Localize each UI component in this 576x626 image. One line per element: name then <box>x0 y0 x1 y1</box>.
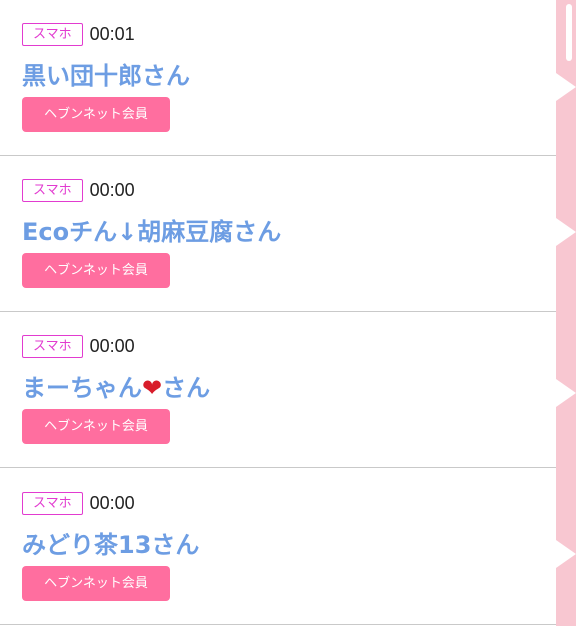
item-meta: スマホ 00:00 <box>22 178 135 203</box>
item-meta: スマホ 00:00 <box>22 334 135 359</box>
visit-time: 00:00 <box>89 336 135 356</box>
item-meta: スマホ 00:01 <box>22 22 135 47</box>
side-notch <box>556 218 576 246</box>
visit-time: 00:01 <box>89 24 135 44</box>
side-notch <box>556 73 576 101</box>
member-badge: ヘブンネット会員 <box>22 253 170 288</box>
device-tag: スマホ <box>22 179 83 202</box>
visitor-name[interactable]: みどり茶13さん <box>22 525 199 560</box>
heart-icon: ❤ <box>142 374 163 402</box>
page: スマホ 00:01 黒い団十郎さん ヘブンネット会員 スマホ 00:00 Eco… <box>0 0 576 626</box>
visit-time: 00:00 <box>89 493 135 513</box>
list-item[interactable]: スマホ 00:00 Ecoチん↓胡麻豆腐さん ヘブンネット会員 <box>0 156 556 312</box>
list-item[interactable]: スマホ 00:00 まーちゃん❤さん ヘブンネット会員 <box>0 312 556 468</box>
visitor-list[interactable]: スマホ 00:01 黒い団十郎さん ヘブンネット会員 スマホ 00:00 Eco… <box>0 0 556 626</box>
visitor-name[interactable]: まーちゃん❤さん <box>22 368 210 403</box>
member-badge: ヘブンネット会員 <box>22 409 170 444</box>
device-tag: スマホ <box>22 335 83 358</box>
member-badge: ヘブンネット会員 <box>22 97 170 132</box>
side-notch <box>556 379 576 407</box>
list-item[interactable]: スマホ 00:01 黒い団十郎さん ヘブンネット会員 <box>0 0 556 156</box>
visitor-name-suffix: さん <box>162 374 211 402</box>
visitor-name[interactable]: Ecoチん↓胡麻豆腐さん <box>22 212 281 247</box>
device-tag: スマホ <box>22 492 83 515</box>
member-badge: ヘブンネット会員 <box>22 566 170 601</box>
side-notch <box>556 540 576 568</box>
scrollbar[interactable] <box>566 4 572 61</box>
list-item[interactable]: スマホ 00:00 みどり茶13さん ヘブンネット会員 <box>0 469 556 625</box>
visitor-name-prefix: まーちゃん <box>22 374 142 402</box>
item-meta: スマホ 00:00 <box>22 491 135 516</box>
visitor-name[interactable]: 黒い団十郎さん <box>22 56 190 91</box>
device-tag: スマホ <box>22 23 83 46</box>
visit-time: 00:00 <box>89 180 135 200</box>
